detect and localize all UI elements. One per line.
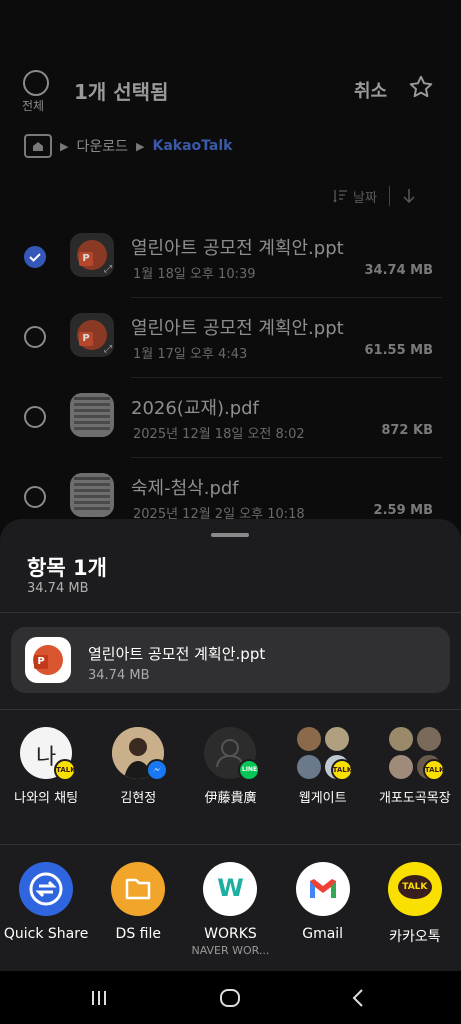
breadcrumb: ▶ 다운로드 ▶ KakaoTalk (24, 133, 232, 159)
sort-direction-icon[interactable] (402, 187, 416, 205)
breadcrumb-kakaotalk[interactable]: KakaoTalk (152, 138, 232, 154)
quick-share-app[interactable]: Quick Share (0, 862, 92, 957)
divider (0, 709, 461, 710)
back-icon[interactable] (346, 985, 372, 1011)
selection-title: 1개 선택됨 (74, 80, 169, 104)
messenger-badge-icon (146, 759, 169, 781)
sort-bar: 날짜 (333, 186, 416, 206)
app-label: Gmail (302, 926, 344, 942)
direct-share-row: 나 TALK 나와의 채팅 김현정 LINE 伊藤貴廣 TALK 웹게이트 TA… (0, 727, 461, 806)
file-size: 34.74 MB (364, 263, 434, 278)
home-button-icon[interactable] (217, 985, 243, 1011)
cancel-button[interactable]: 취소 (354, 77, 387, 103)
line-badge-icon: LINE (238, 759, 261, 781)
breadcrumb-arrow-icon: ▶ (60, 139, 69, 153)
divider (0, 612, 461, 613)
file-date: 2025년 12월 18일 오전 8:02 (133, 427, 305, 442)
app-share-row: Quick Share DS file W WORKS NAVER WOR... (0, 862, 461, 957)
file-row[interactable]: 2026(교재).pdf 2025년 12월 18일 오전 8:02 872 K… (0, 378, 461, 458)
select-all-checkbox[interactable] (23, 70, 49, 96)
ppt-file-icon: ⤢ (70, 313, 114, 357)
ds-file-app[interactable]: DS file (92, 862, 184, 957)
contact-share-target[interactable]: 나 TALK 나와의 채팅 (0, 727, 92, 806)
avatar: 나 TALK (20, 727, 77, 781)
quick-share-icon (19, 862, 74, 916)
group-avatar: TALK (388, 727, 445, 781)
ds-file-icon (111, 862, 166, 916)
file-manager-background: 전체 1개 선택됨 취소 ▶ 다운로드 ▶ KakaoTalk 날짜 ⤢ 열린아… (0, 0, 461, 560)
contact-label: 김현정 (120, 791, 157, 806)
app-sublabel: NAVER WOR... (191, 944, 270, 957)
sort-divider (388, 186, 390, 206)
row-checkbox[interactable] (24, 406, 46, 428)
kakaotalk-icon: TALK (387, 862, 442, 916)
sheet-title: 항목 1개 (27, 556, 107, 580)
file-name: 열린아트 공모전 계획안.ppt (131, 318, 344, 339)
breadcrumb-arrow-icon: ▶ (136, 139, 145, 153)
row-checkbox[interactable] (24, 326, 46, 348)
naver-works-app[interactable]: W WORKS NAVER WOR... (184, 862, 276, 957)
pdf-thumbnail (70, 473, 114, 517)
file-name: 열린아트 공모전 계획안.ppt (131, 238, 344, 259)
star-icon[interactable] (408, 74, 434, 100)
ppt-file-icon: ⤢ (70, 233, 114, 277)
sort-icon[interactable] (333, 188, 349, 204)
group-share-target[interactable]: TALK 웹게이트 (277, 727, 369, 806)
row-checkbox[interactable] (24, 486, 46, 508)
sheet-total-size: 34.74 MB (27, 581, 89, 596)
file-date: 1월 18일 오후 10:39 (133, 267, 256, 282)
check-icon (29, 253, 41, 262)
navigation-bar (0, 971, 461, 1024)
pdf-thumbnail (70, 393, 114, 437)
group-share-target[interactable]: TALK 개포도곡목장 (369, 727, 461, 806)
kakaotalk-app[interactable]: TALK 카카오톡 (369, 862, 461, 957)
shared-file-card[interactable]: 열린아트 공모전 계획안.ppt 34.74 MB (11, 627, 450, 693)
file-row[interactable]: ⤢ 열린아트 공모전 계획안.ppt 1월 17일 오후 4:43 61.55 … (0, 298, 461, 378)
file-name: 2026(교재).pdf (131, 398, 259, 419)
gmail-app[interactable]: Gmail (277, 862, 369, 957)
file-name: 숙제-첨삭.pdf (131, 478, 239, 499)
divider (0, 844, 461, 845)
powerpoint-icon (25, 637, 71, 683)
kakaotalk-badge-icon: TALK (54, 759, 77, 781)
shared-file-name: 열린아트 공모전 계획안.ppt (88, 645, 266, 663)
app-label: DS file (115, 926, 161, 942)
shared-file-size: 34.74 MB (88, 668, 150, 683)
file-size: 872 KB (381, 423, 433, 438)
breadcrumb-downloads[interactable]: 다운로드 (76, 136, 128, 156)
kakaotalk-badge-icon: TALK (330, 759, 353, 781)
gmail-icon (295, 862, 350, 916)
select-all-label: 전체 (22, 99, 45, 113)
contact-share-target[interactable]: LINE 伊藤貴廣 (184, 727, 276, 806)
contact-share-target[interactable]: 김현정 (92, 727, 184, 806)
kakaotalk-badge-icon: TALK (422, 759, 445, 781)
naver-works-icon: W (203, 862, 258, 916)
contact-label: 웹게이트 (298, 791, 347, 806)
contact-label: 伊藤貴廣 (204, 791, 257, 806)
home-icon[interactable] (24, 134, 52, 158)
row-checkbox[interactable] (24, 246, 46, 268)
avatar (112, 727, 169, 781)
drag-handle[interactable] (211, 533, 249, 537)
share-sheet: 항목 1개 34.74 MB 열린아트 공모전 계획안.ppt 34.74 MB… (0, 519, 461, 971)
file-size: 2.59 MB (373, 503, 433, 518)
file-date: 1월 17일 오후 4:43 (133, 347, 248, 362)
recent-apps-icon[interactable] (86, 985, 112, 1011)
contact-label: 개포도곡목장 (378, 791, 451, 806)
app-label: 카카오톡 (389, 929, 441, 945)
sort-label[interactable]: 날짜 (353, 187, 377, 206)
app-label: Quick Share (3, 926, 89, 942)
file-row[interactable]: ⤢ 열린아트 공모전 계획안.ppt 1월 18일 오후 10:39 34.74… (0, 218, 461, 298)
file-size: 61.55 MB (364, 343, 434, 358)
app-label: WORKS (204, 926, 257, 942)
group-avatar: TALK (296, 727, 353, 781)
person-placeholder-icon: LINE (204, 727, 261, 781)
contact-label: 나와의 채팅 (14, 791, 79, 806)
